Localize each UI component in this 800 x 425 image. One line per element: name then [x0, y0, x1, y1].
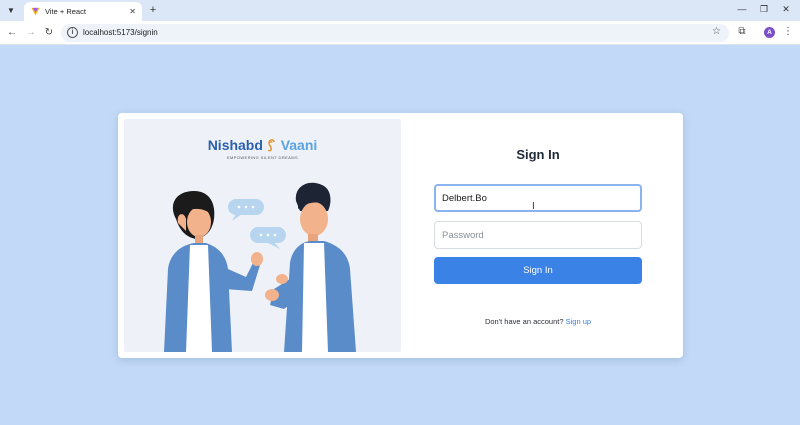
minimize-icon[interactable]: — — [735, 3, 749, 15]
extensions-icon[interactable]: ⧉ — [736, 26, 748, 38]
speech-bubble-icon — [228, 199, 264, 221]
restore-icon[interactable]: ❐ — [757, 3, 771, 15]
forward-icon[interactable]: → — [24, 26, 38, 40]
woman-figure — [164, 191, 263, 352]
text-cursor-icon: I — [532, 201, 535, 212]
sign-up-link[interactable]: Sign up — [566, 317, 591, 326]
address-bar[interactable]: i localhost:5173/signin ☆ — [61, 24, 729, 42]
tab-title: Vite + React — [45, 7, 86, 16]
username-field[interactable] — [434, 184, 642, 212]
browser-tab[interactable]: Vite + React ✕ — [24, 2, 142, 21]
plus-icon[interactable]: + — [147, 3, 159, 17]
man-figure — [265, 182, 356, 352]
sign-in-button[interactable]: Sign In — [434, 257, 642, 284]
avatar[interactable]: A — [764, 27, 775, 38]
illustration-panel: Nishabd Vaani EMPOWERING SILENT DREAMS — [124, 119, 401, 352]
kebab-menu-icon[interactable]: ⋮ — [783, 26, 793, 38]
signin-form: Sign In Sign In Don't have an account? S… — [434, 113, 642, 358]
no-account-text: Don't have an account? — [484, 317, 564, 326]
url-text[interactable]: localhost:5173/signin — [83, 28, 158, 37]
signup-prompt: Don't have an account? Sign up — [434, 317, 642, 326]
browser-toolbar: ← → ↻ i localhost:5173/signin ☆ — [0, 21, 800, 45]
password-field[interactable] — [434, 221, 642, 249]
close-window-icon[interactable]: ✕ — [779, 3, 793, 15]
close-icon[interactable]: ✕ — [129, 7, 136, 16]
tab-bar: ▼ Vite + React ✕ + — ❐ ✕ — [0, 0, 800, 21]
speech-bubble-icon — [250, 227, 286, 249]
tab-list-icon[interactable]: ▼ — [4, 3, 18, 17]
people-signing-illustration — [164, 182, 356, 352]
reload-icon[interactable]: ↻ — [42, 26, 56, 40]
star-icon[interactable]: ☆ — [712, 26, 721, 37]
signin-card: Nishabd Vaani EMPOWERING SILENT DREAMS S… — [118, 113, 683, 358]
vite-logo-icon — [31, 7, 40, 16]
info-icon[interactable]: i — [67, 27, 78, 38]
page-title: Sign In — [516, 147, 560, 162]
back-icon[interactable]: ← — [5, 26, 19, 40]
